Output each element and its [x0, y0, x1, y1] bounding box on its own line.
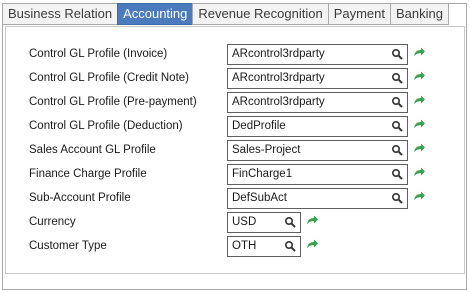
search-icon[interactable] — [391, 96, 403, 108]
control-gl-credit-note-label: Control GL Profile (Credit Note) — [29, 72, 189, 84]
search-icon[interactable] — [391, 144, 403, 156]
field-row-sub-account: Sub-Account Profile DefSubAct — [6, 188, 466, 210]
tab-bar: Business Relation Accounting Revenue Rec… — [2, 3, 467, 25]
sub-account-input[interactable]: DefSubAct — [227, 188, 408, 209]
go-arrow-icon[interactable] — [412, 46, 426, 60]
search-icon[interactable] — [391, 72, 403, 84]
sales-account-gl-value: Sales-Project — [232, 144, 301, 156]
control-gl-prepayment-value: ARcontrol3rdparty — [232, 96, 325, 108]
sub-account-value: DefSubAct — [232, 192, 287, 204]
currency-input[interactable]: USD — [227, 212, 301, 233]
go-arrow-icon[interactable] — [412, 142, 426, 156]
control-gl-invoice-label: Control GL Profile (Invoice) — [29, 48, 168, 60]
control-gl-credit-note-value: ARcontrol3rdparty — [232, 72, 325, 84]
go-arrow-icon[interactable] — [412, 94, 426, 108]
control-gl-credit-note-input[interactable]: ARcontrol3rdparty — [227, 68, 408, 89]
tab-business-relation[interactable]: Business Relation — [2, 3, 119, 25]
customer-type-label: Customer Type — [29, 240, 107, 252]
tab-accounting[interactable]: Accounting — [117, 3, 194, 25]
accounting-content: Control GL Profile (Invoice) ARcontrol3r… — [5, 26, 465, 274]
field-row-customer-type: Customer Type OTH — [6, 236, 466, 258]
sales-account-gl-input[interactable]: Sales-Project — [227, 140, 408, 161]
go-arrow-icon[interactable] — [412, 118, 426, 132]
field-row-control-gl-credit-note: Control GL Profile (Credit Note) ARcontr… — [6, 68, 466, 90]
go-arrow-icon[interactable] — [412, 70, 426, 84]
finance-charge-label: Finance Charge Profile — [29, 168, 147, 180]
field-row-sales-account-gl: Sales Account GL Profile Sales-Project — [6, 140, 466, 162]
field-row-control-gl-deduction: Control GL Profile (Deduction) DedProfil… — [6, 116, 466, 138]
search-icon[interactable] — [391, 48, 403, 60]
search-icon[interactable] — [284, 240, 296, 252]
control-gl-deduction-label: Control GL Profile (Deduction) — [29, 120, 183, 132]
currency-value: USD — [232, 216, 257, 228]
customer-type-input[interactable]: OTH — [227, 236, 301, 257]
field-row-finance-charge: Finance Charge Profile FinCharge1 — [6, 164, 466, 186]
go-arrow-icon[interactable] — [305, 238, 319, 252]
tab-revenue-recognition[interactable]: Revenue Recognition — [192, 3, 329, 25]
field-row-control-gl-prepayment: Control GL Profile (Pre-payment) ARcontr… — [6, 92, 466, 114]
go-arrow-icon[interactable] — [412, 190, 426, 204]
go-arrow-icon[interactable] — [305, 214, 319, 228]
go-arrow-icon[interactable] — [412, 166, 426, 180]
search-icon[interactable] — [391, 120, 403, 132]
field-row-currency: Currency USD — [6, 212, 466, 234]
control-gl-invoice-input[interactable]: ARcontrol3rdparty — [227, 44, 408, 65]
field-row-control-gl-invoice: Control GL Profile (Invoice) ARcontrol3r… — [6, 44, 466, 66]
currency-label: Currency — [29, 216, 76, 228]
control-gl-prepayment-label: Control GL Profile (Pre-payment) — [29, 96, 197, 108]
tab-banking[interactable]: Banking — [390, 3, 449, 25]
search-icon[interactable] — [391, 168, 403, 180]
search-icon[interactable] — [391, 192, 403, 204]
sales-account-gl-label: Sales Account GL Profile — [29, 144, 156, 156]
finance-charge-value: FinCharge1 — [232, 168, 293, 180]
search-icon[interactable] — [284, 216, 296, 228]
tab-payment[interactable]: Payment — [327, 3, 392, 25]
control-gl-prepayment-input[interactable]: ARcontrol3rdparty — [227, 92, 408, 113]
control-gl-deduction-input[interactable]: DedProfile — [227, 116, 408, 137]
control-gl-invoice-value: ARcontrol3rdparty — [232, 48, 325, 60]
finance-charge-input[interactable]: FinCharge1 — [227, 164, 408, 185]
sub-account-label: Sub-Account Profile — [29, 192, 131, 204]
control-gl-deduction-value: DedProfile — [232, 120, 286, 132]
customer-type-value: OTH — [232, 240, 257, 252]
